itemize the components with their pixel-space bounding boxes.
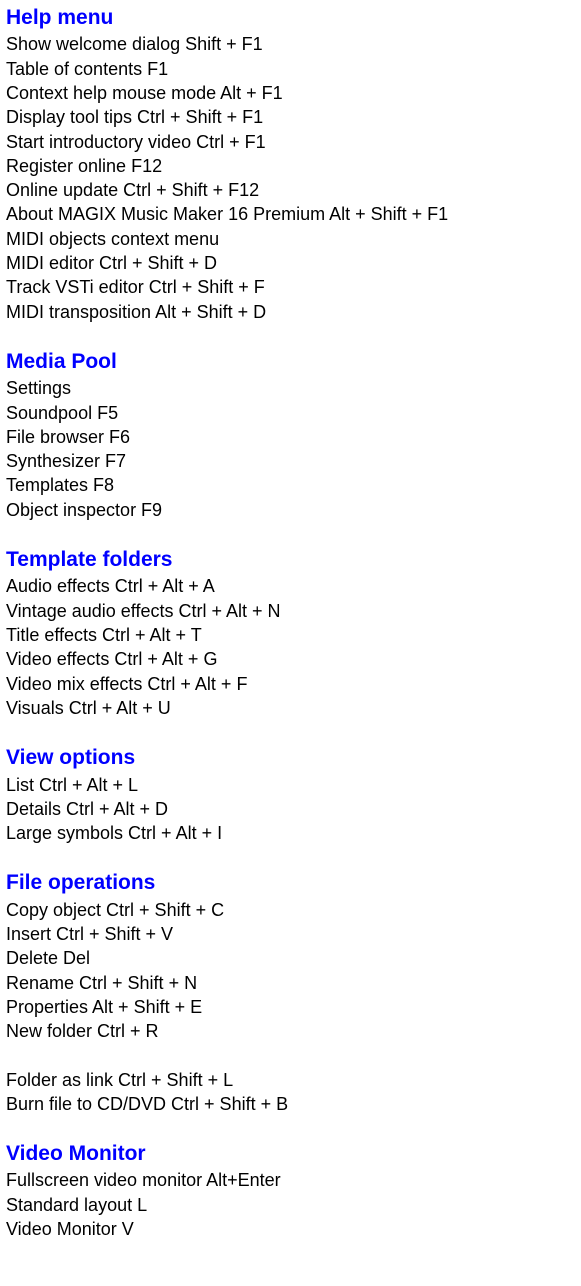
shortcut-entry: Settings	[6, 376, 581, 400]
shortcut-entry: File browser F6	[6, 425, 581, 449]
shortcut-entry: Folder as link Ctrl + Shift + L	[6, 1068, 581, 1092]
shortcut-entry: New folder Ctrl + R	[6, 1019, 581, 1043]
shortcut-entry: Properties Alt + Shift + E	[6, 995, 581, 1019]
section-heading: Media Pool	[6, 348, 581, 376]
section-spacer	[6, 522, 581, 546]
group-spacer	[6, 1044, 581, 1068]
shortcut-entry: Delete Del	[6, 946, 581, 970]
shortcut-entry: Soundpool F5	[6, 401, 581, 425]
shortcut-entry: Video mix effects Ctrl + Alt + F	[6, 672, 581, 696]
section-heading: Help menu	[6, 4, 581, 32]
section-heading: Video Monitor	[6, 1140, 581, 1168]
shortcut-entry: Context help mouse mode Alt + F1	[6, 81, 581, 105]
shortcut-entry: Vintage audio effects Ctrl + Alt + N	[6, 599, 581, 623]
shortcut-entry: Insert Ctrl + Shift + V	[6, 922, 581, 946]
shortcut-entry: Burn file to CD/DVD Ctrl + Shift + B	[6, 1092, 581, 1116]
shortcut-entry: Show welcome dialog Shift + F1	[6, 32, 581, 56]
section-spacer	[6, 1116, 581, 1140]
shortcut-reference-document: Help menuShow welcome dialog Shift + F1T…	[6, 4, 581, 1241]
shortcut-entry: MIDI editor Ctrl + Shift + D	[6, 251, 581, 275]
shortcut-entry: Title effects Ctrl + Alt + T	[6, 623, 581, 647]
shortcut-entry: Video effects Ctrl + Alt + G	[6, 647, 581, 671]
shortcut-entry: Track VSTi editor Ctrl + Shift + F	[6, 275, 581, 299]
shortcut-entry: Video Monitor V	[6, 1217, 581, 1241]
shortcut-entry: Online update Ctrl + Shift + F12	[6, 178, 581, 202]
shortcut-entry: Templates F8	[6, 473, 581, 497]
shortcut-entry: Visuals Ctrl + Alt + U	[6, 696, 581, 720]
shortcut-entry: Details Ctrl + Alt + D	[6, 797, 581, 821]
shortcut-entry: List Ctrl + Alt + L	[6, 773, 581, 797]
shortcut-entry: Start introductory video Ctrl + F1	[6, 130, 581, 154]
shortcut-entry: Table of contents F1	[6, 57, 581, 81]
section-heading: File operations	[6, 869, 581, 897]
shortcut-entry: Fullscreen video monitor Alt+Enter	[6, 1168, 581, 1192]
shortcut-entry: Synthesizer F7	[6, 449, 581, 473]
section-heading: Template folders	[6, 546, 581, 574]
shortcut-entry: Copy object Ctrl + Shift + C	[6, 898, 581, 922]
shortcut-entry: Large symbols Ctrl + Alt + I	[6, 821, 581, 845]
section-heading: View options	[6, 744, 581, 772]
shortcut-entry: Standard layout L	[6, 1193, 581, 1217]
shortcut-entry: MIDI objects context menu	[6, 227, 581, 251]
shortcut-entry: MIDI transposition Alt + Shift + D	[6, 300, 581, 324]
section-spacer	[6, 845, 581, 869]
shortcut-entry: Object inspector F9	[6, 498, 581, 522]
shortcut-entry: About MAGIX Music Maker 16 Premium Alt +…	[6, 202, 581, 226]
shortcut-entry: Display tool tips Ctrl + Shift + F1	[6, 105, 581, 129]
section-spacer	[6, 720, 581, 744]
shortcut-entry: Register online F12	[6, 154, 581, 178]
shortcut-entry: Audio effects Ctrl + Alt + A	[6, 574, 581, 598]
section-spacer	[6, 324, 581, 348]
shortcut-entry: Rename Ctrl + Shift + N	[6, 971, 581, 995]
